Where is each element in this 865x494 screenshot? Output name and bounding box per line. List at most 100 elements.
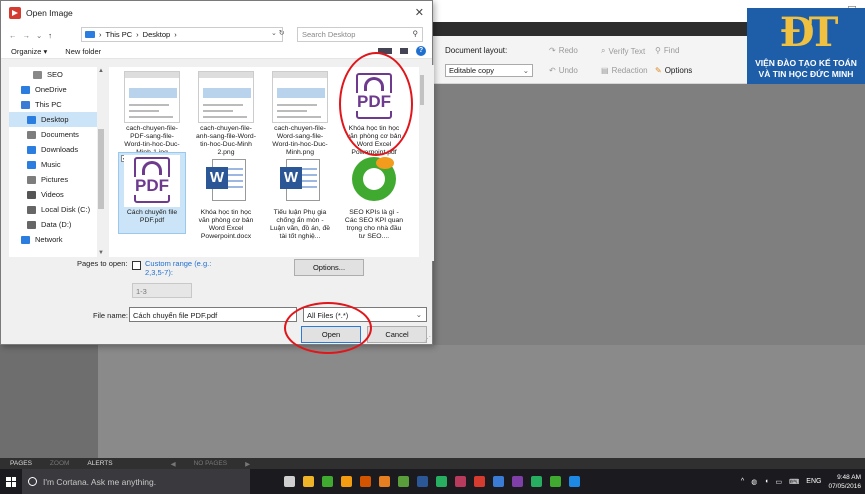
- zoom-tab[interactable]: ZOOM: [50, 460, 70, 467]
- document-layout-value: Editable copy: [449, 66, 495, 75]
- wrench-icon: ✎: [655, 66, 662, 75]
- breadcrumb-desktop[interactable]: Desktop: [143, 30, 171, 39]
- nav-item-label: Music: [41, 160, 61, 169]
- file-item[interactable]: W Tiểu luận Phụ gia chống ẩn mòn - Luận v…: [267, 153, 333, 240]
- alerts-tab[interactable]: ALERTS: [87, 460, 112, 467]
- nav-scrollbar[interactable]: ▲ ▼: [97, 67, 105, 257]
- nav-item[interactable]: Documents: [9, 127, 105, 142]
- new-folder-button[interactable]: New folder: [65, 47, 101, 56]
- custom-range-label[interactable]: Custom range (e.g.: 2,3,5-7):: [145, 259, 231, 277]
- scroll-up-icon[interactable]: ▲: [98, 68, 104, 74]
- nav-item[interactable]: SEO: [9, 67, 105, 82]
- verify-text-label: Verify Text: [608, 46, 646, 56]
- file-item[interactable]: PDF Khóa học tin học văn phòng cơ bản Wor…: [341, 69, 407, 156]
- keyboard-icon[interactable]: ⌨: [789, 478, 799, 486]
- refresh-icon[interactable]: ⌄ ↻: [271, 29, 285, 37]
- file-type-select[interactable]: All Files (*.*) ⌄: [303, 307, 427, 322]
- taskbar-app-icon[interactable]: [360, 476, 371, 487]
- nav-item-label: Local Disk (C:): [41, 205, 91, 214]
- file-item[interactable]: cach-chuyen-file-PDF-sang-file-Word-tin-…: [119, 69, 185, 156]
- pages-tab[interactable]: PAGES: [10, 460, 32, 467]
- options-button[interactable]: ✎ Options: [655, 66, 692, 75]
- breadcrumb-this-pc[interactable]: This PC: [106, 30, 133, 39]
- search-input[interactable]: Search Desktop ⚲: [297, 27, 423, 42]
- language-indicator[interactable]: ENG: [806, 478, 821, 485]
- prev-page-icon[interactable]: ◀: [171, 460, 176, 468]
- app-icon: [9, 7, 21, 19]
- nav-item[interactable]: Music: [9, 157, 105, 172]
- forward-arrow-icon[interactable]: →: [23, 31, 31, 40]
- page-range-input[interactable]: 1-3: [132, 283, 192, 298]
- taskbar-app-icon[interactable]: [493, 476, 504, 487]
- nav-item[interactable]: Network: [9, 232, 105, 247]
- volume-icon[interactable]: ◖: [764, 478, 768, 485]
- taskbar-app-icon[interactable]: [398, 476, 409, 487]
- file-item[interactable]: SEO KPIs là gì - Các SEO KPI quan trọng …: [341, 153, 407, 240]
- nav-item[interactable]: Desktop: [9, 112, 105, 127]
- file-item[interactable]: W Khóa học tin học văn phòng cơ bản Word …: [193, 153, 259, 240]
- nav-item-icon: [21, 85, 30, 94]
- file-name: Cách chuyển file PDF.pdf: [126, 209, 178, 224]
- nav-item[interactable]: Data (D:): [9, 217, 105, 232]
- custom-range-checkbox[interactable]: [132, 261, 141, 270]
- redaction-button[interactable]: ▤ Redaction: [601, 66, 648, 75]
- image-thumbnail: [198, 71, 254, 123]
- options-dialog-button[interactable]: Options...: [294, 259, 364, 276]
- help-icon[interactable]: ?: [416, 46, 426, 56]
- taskbar-app-icon[interactable]: [436, 476, 447, 487]
- open-button[interactable]: Open: [301, 326, 361, 343]
- nav-item[interactable]: This PC: [9, 97, 105, 112]
- taskbar-app-icon[interactable]: [379, 476, 390, 487]
- clock[interactable]: 9:48 AM 07/05/2016: [828, 473, 861, 491]
- resize-grip-icon[interactable]: ⋰: [424, 335, 431, 343]
- taskbar-app-icon[interactable]: [322, 476, 333, 487]
- nav-item[interactable]: Downloads: [9, 142, 105, 157]
- notification-icon[interactable]: ▭: [776, 478, 783, 486]
- taskbar-app-icon[interactable]: [512, 476, 523, 487]
- document-layout-select[interactable]: Editable copy ⌄: [445, 64, 533, 77]
- no-pages-label: NO PAGES: [193, 460, 228, 467]
- nav-item[interactable]: Pictures: [9, 172, 105, 187]
- taskbar-app-icon[interactable]: [303, 476, 314, 487]
- scroll-down-icon[interactable]: ▼: [98, 250, 104, 256]
- nav-scroll-thumb[interactable]: [98, 129, 104, 209]
- nav-item[interactable]: OneDrive: [9, 82, 105, 97]
- file-item[interactable]: cach-chuyen-file-anh-sang-file-Word-tin-…: [193, 69, 259, 156]
- next-page-icon[interactable]: ▶: [245, 460, 250, 468]
- view-mode-icon[interactable]: [378, 48, 392, 54]
- taskbar-app-icon[interactable]: [474, 476, 485, 487]
- nav-item-label: Documents: [41, 130, 79, 139]
- taskbar-app-icon[interactable]: [284, 476, 295, 487]
- taskbar-app-icon[interactable]: [550, 476, 561, 487]
- chevron-up-icon[interactable]: ^: [741, 478, 744, 485]
- network-icon[interactable]: ◍: [751, 478, 757, 486]
- find-button[interactable]: ⚲ Find: [655, 46, 679, 55]
- file-item[interactable]: cach-chuyen-file-Word-sang-file-Word-tin…: [267, 69, 333, 156]
- taskbar-app-icon[interactable]: [569, 476, 580, 487]
- back-arrow-icon[interactable]: ←: [9, 31, 17, 40]
- taskbar-app-icon[interactable]: [341, 476, 352, 487]
- address-bar[interactable]: › This PC › Desktop ›: [81, 27, 283, 42]
- redo-button[interactable]: ↷ Redo: [549, 46, 578, 55]
- undo-button[interactable]: ↶ Undo: [549, 66, 578, 75]
- file-name-input[interactable]: Cách chuyển file PDF.pdf: [129, 307, 297, 322]
- verify-text-button[interactable]: ⌕ Verify Text: [601, 46, 645, 56]
- taskbar-app-icon[interactable]: [531, 476, 542, 487]
- up-arrow-icon[interactable]: ↑: [48, 31, 52, 40]
- preview-pane-icon[interactable]: [400, 48, 408, 54]
- cancel-button[interactable]: Cancel: [367, 326, 427, 343]
- chevron-down-icon[interactable]: ⌄: [36, 31, 42, 40]
- dialog-title: Open Image: [26, 8, 73, 18]
- find-label: Find: [663, 46, 680, 55]
- taskbar-app-icon[interactable]: [417, 476, 428, 487]
- organize-button[interactable]: Organize ▾: [11, 47, 47, 56]
- cortana-search[interactable]: I'm Cortana. Ask me anything.: [22, 469, 250, 494]
- view-controls: ?: [378, 46, 426, 56]
- close-icon[interactable]: ✕: [415, 6, 424, 19]
- nav-item[interactable]: Videos: [9, 187, 105, 202]
- nav-item[interactable]: Local Disk (C:): [9, 202, 105, 217]
- start-button[interactable]: [0, 469, 22, 494]
- dialog-scrollbar[interactable]: [424, 65, 434, 261]
- taskbar-app-icon[interactable]: [455, 476, 466, 487]
- file-item[interactable]: ✓PDFCách chuyển file PDF.pdf: [118, 152, 186, 234]
